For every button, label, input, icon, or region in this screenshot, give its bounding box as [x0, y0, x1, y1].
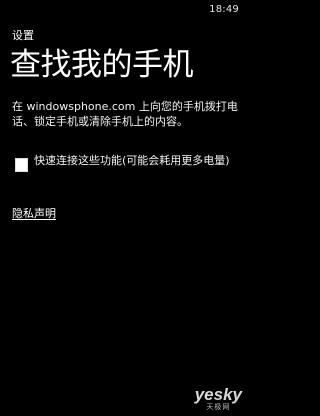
watermark-subtitle: 天极网: [206, 403, 231, 411]
privacy-link[interactable]: 隐私声明: [12, 205, 56, 221]
watermark-logo: yesky: [194, 385, 242, 404]
description-text: 在 windowsphone.com 上向您的手机拨打电话、锁定手机或清除手机上…: [12, 100, 238, 128]
fast-connect-checkbox[interactable]: [15, 158, 28, 172]
fast-connect-label: 快速连接这些功能(可能会耗用更多电量): [34, 154, 230, 167]
page-title: 查找我的手机: [10, 47, 194, 83]
status-time: 18:49: [209, 4, 239, 15]
watermark: yesky 天极网: [194, 385, 242, 412]
breadcrumb: 设置: [12, 29, 34, 42]
